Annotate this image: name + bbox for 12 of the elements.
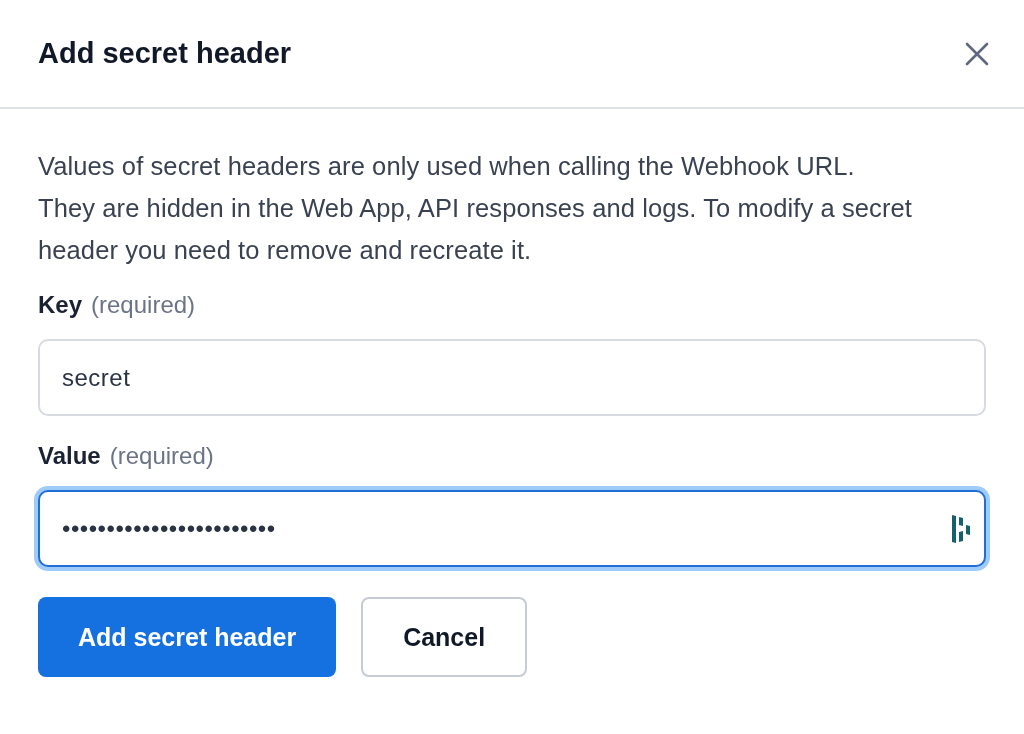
field-label: Value — [38, 442, 101, 470]
dialog-title: Add secret header — [38, 37, 292, 70]
submit-button[interactable]: Add secret header — [38, 597, 337, 677]
field-label: Key — [38, 291, 83, 319]
cancel-button[interactable]: Cancel — [361, 597, 528, 677]
bars-icon — [950, 514, 972, 544]
field-hint: (required) — [109, 442, 214, 470]
close-icon — [964, 40, 990, 67]
field-hint: (required) — [91, 291, 196, 319]
input-field[interactable]: secret — [38, 339, 986, 416]
description: Values of secret headers are only used when calling the Webhook URL. They are hidden in the Web App, API responses and logs. To modify a secret header you need to remove and recreate it. — [38, 151, 913, 266]
input-field[interactable]: •••••••••••••••••••••••• — [38, 490, 986, 567]
